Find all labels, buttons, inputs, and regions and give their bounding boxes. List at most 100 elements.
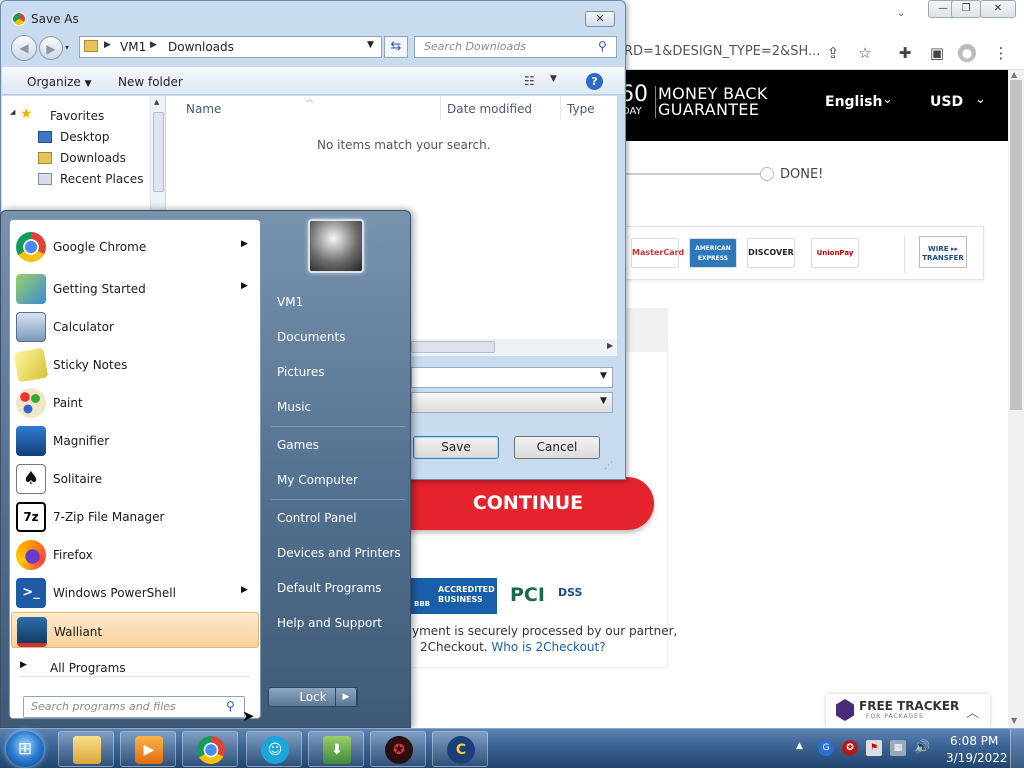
program-walliant[interactable]: Walliant bbox=[11, 612, 259, 648]
file-name-input[interactable]: ▼ bbox=[411, 367, 613, 388]
network-icon[interactable]: ▦ bbox=[890, 740, 906, 756]
new-folder-button[interactable]: New folder bbox=[118, 75, 183, 89]
bookmark-star-icon[interactable]: ☆ bbox=[856, 44, 874, 62]
horizontal-scrollbar[interactable]: ▶ bbox=[411, 339, 617, 356]
language-selector[interactable]: English bbox=[825, 94, 882, 110]
column-date-modified[interactable]: Date modified bbox=[447, 102, 532, 116]
nav-scrollbar[interactable]: ▲ bbox=[150, 96, 165, 211]
all-programs[interactable]: All Programs bbox=[50, 661, 126, 675]
program-paint[interactable]: Paint bbox=[11, 384, 259, 420]
mastercard-logo[interactable]: MasterCard bbox=[631, 238, 684, 268]
view-options-icon[interactable]: ☷ bbox=[524, 74, 535, 88]
taskbar-explorer[interactable] bbox=[58, 731, 114, 767]
cancel-button[interactable]: Cancel bbox=[514, 436, 600, 459]
extensions-icon[interactable]: ✚ bbox=[896, 44, 914, 62]
taskbar-ccleaner[interactable]: C bbox=[432, 731, 488, 767]
maximize-button[interactable]: ❐ bbox=[951, 0, 981, 18]
organize-menu[interactable]: Organize ▼ bbox=[27, 75, 92, 89]
chevron-down-icon[interactable]: ▼ bbox=[600, 371, 607, 381]
close-button[interactable]: ✕ bbox=[980, 0, 1016, 18]
continue-button[interactable]: CONTINUE bbox=[402, 477, 654, 530]
all-programs-arrow-icon[interactable]: ▶ bbox=[20, 660, 27, 670]
show-desktop-button[interactable] bbox=[1010, 729, 1024, 769]
link-control-panel[interactable]: Control Panel bbox=[277, 511, 357, 525]
address-bar[interactable]: RD=1&DESIGN_TYPE=2&SH... ⇪ ☆ ✚ ▣ ● ⋮ bbox=[600, 36, 1024, 70]
link-default-programs[interactable]: Default Programs bbox=[277, 581, 382, 595]
submenu-arrow-icon[interactable]: ▶ bbox=[241, 585, 248, 595]
scroll-right-arrow-icon[interactable]: ▶ bbox=[607, 341, 613, 350]
nav-downloads[interactable]: Downloads bbox=[60, 151, 126, 165]
nav-favorites[interactable]: Favorites bbox=[50, 109, 104, 123]
link-devices-and-printers[interactable]: Devices and Printers bbox=[277, 546, 401, 560]
clock-time[interactable]: 6:08 PM bbox=[950, 734, 998, 748]
forward-button[interactable]: ▶ bbox=[39, 36, 63, 60]
link-music[interactable]: Music bbox=[277, 400, 311, 414]
breadcrumb-arrow-icon[interactable]: ▶ bbox=[104, 40, 111, 50]
shutdown-options-arrow-icon[interactable]: ▶ bbox=[335, 687, 357, 707]
amex-logo[interactable]: AMERICAN EXPRESS bbox=[689, 238, 737, 268]
link-vm1[interactable]: VM1 bbox=[277, 295, 303, 309]
submenu-arrow-icon[interactable]: ▶ bbox=[241, 281, 248, 291]
nav-recent-places[interactable]: Recent Places bbox=[60, 172, 143, 186]
wire-transfer-logo[interactable]: WIRE ▸▸ TRANSFER bbox=[919, 236, 967, 268]
start-search-input[interactable]: Search programs and files ⚲ bbox=[23, 696, 245, 718]
search-icon[interactable]: ⚲ bbox=[598, 39, 607, 53]
taskbar-chrome[interactable] bbox=[182, 731, 238, 767]
menu-kebab-icon[interactable]: ⋮ bbox=[992, 44, 1010, 62]
recent-pages-dropdown-icon[interactable]: ▾ bbox=[65, 43, 69, 52]
submenu-arrow-icon[interactable]: ▶ bbox=[241, 239, 248, 249]
link-help-and-support[interactable]: Help and Support bbox=[277, 616, 382, 630]
url-text[interactable]: RD=1&DESIGN_TYPE=2&SH... bbox=[624, 44, 820, 59]
scroll-down-arrow-icon[interactable]: ▼ bbox=[1011, 716, 1017, 725]
save-button[interactable]: Save bbox=[413, 436, 499, 459]
address-breadcrumb[interactable]: ▶ VM1 ▶ Downloads ▼ bbox=[79, 36, 382, 58]
link-pictures[interactable]: Pictures bbox=[277, 365, 325, 379]
scroll-up-arrow-icon[interactable]: ▲ bbox=[154, 98, 159, 106]
side-panel-icon[interactable]: ▣ bbox=[928, 44, 946, 62]
discover-logo[interactable]: DISCOVER bbox=[747, 238, 795, 268]
page-scrollbar[interactable]: ▲ ▼ bbox=[1008, 70, 1024, 728]
taskbar-red-app[interactable]: ✪ bbox=[370, 731, 426, 767]
start-button[interactable]: ⊞ bbox=[6, 731, 44, 767]
program-magnifier[interactable]: Magnifier bbox=[11, 422, 259, 458]
chevron-down-icon[interactable]: ⌄ bbox=[975, 92, 986, 107]
taskbar-media-player[interactable]: ▶ bbox=[120, 731, 176, 767]
program-google-chrome[interactable]: Google Chrome ▶ bbox=[11, 228, 259, 264]
user-picture[interactable] bbox=[308, 219, 364, 273]
program-getting-started[interactable]: Getting Started ▶ bbox=[11, 270, 259, 306]
address-dropdown-icon[interactable]: ▼ bbox=[367, 40, 374, 50]
link-documents[interactable]: Documents bbox=[277, 330, 345, 344]
chevron-down-icon[interactable]: ▼ bbox=[600, 396, 607, 406]
breadcrumb-vm1[interactable]: VM1 bbox=[120, 40, 146, 54]
horizontal-scroll-thumb[interactable] bbox=[411, 341, 495, 353]
view-dropdown-icon[interactable]: ▼ bbox=[550, 74, 557, 84]
chevron-down-icon[interactable]: ⌄ bbox=[882, 92, 893, 107]
profile-avatar-icon[interactable]: ● bbox=[958, 44, 976, 62]
link-games[interactable]: Games bbox=[277, 438, 319, 452]
column-divider[interactable] bbox=[440, 96, 441, 120]
link-my-computer[interactable]: My Computer bbox=[277, 473, 358, 487]
scroll-thumb[interactable] bbox=[1010, 80, 1022, 410]
breadcrumb-arrow-icon[interactable]: ▶ bbox=[150, 40, 157, 50]
search-input[interactable]: Search Downloads ⚲ bbox=[414, 36, 617, 58]
program-firefox[interactable]: Firefox bbox=[11, 536, 259, 572]
who-is-2checkout-link[interactable]: Who is 2Checkout? bbox=[491, 640, 605, 654]
nav-scroll-thumb[interactable] bbox=[153, 112, 164, 192]
resize-grip-icon[interactable]: ⋰ bbox=[604, 461, 613, 471]
back-button[interactable]: ◀ bbox=[11, 35, 37, 61]
unionpay-logo[interactable]: UnionPay bbox=[811, 238, 859, 268]
tab-search-chevron-icon[interactable]: ⌄ bbox=[897, 8, 905, 19]
breadcrumb-downloads[interactable]: Downloads bbox=[168, 40, 234, 54]
help-icon[interactable]: ? bbox=[586, 73, 603, 90]
nav-desktop[interactable]: Desktop bbox=[60, 130, 110, 144]
tray-red-app-icon[interactable]: ✪ bbox=[842, 740, 858, 756]
program-solitaire[interactable]: ♠ Solitaire bbox=[11, 460, 259, 496]
taskbar-download-manager[interactable]: ⬇ bbox=[308, 731, 364, 767]
column-type[interactable]: Type bbox=[567, 102, 595, 116]
chevron-up-icon[interactable]: ︿ bbox=[966, 702, 979, 721]
program-7zip[interactable]: 7z 7-Zip File Manager bbox=[11, 498, 259, 534]
program-powershell[interactable]: >_ Windows PowerShell ▶ bbox=[11, 574, 259, 610]
refresh-button[interactable]: ⇆ bbox=[384, 36, 408, 58]
program-calculator[interactable]: Calculator bbox=[11, 308, 259, 344]
currency-selector[interactable]: USD bbox=[930, 94, 963, 110]
